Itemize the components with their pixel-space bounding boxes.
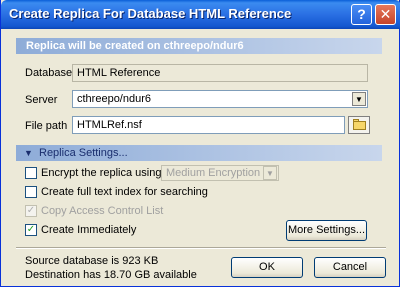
immediate-label: Create Immediately: [41, 224, 137, 236]
title-bar[interactable]: Create Replica For Database HTML Referen…: [1, 0, 400, 29]
fulltext-label: Create full text index for searching: [41, 186, 208, 198]
chevron-down-icon[interactable]: ▼: [352, 92, 366, 106]
encrypt-checkbox[interactable]: [25, 167, 37, 179]
create-replica-dialog: Create Replica For Database HTML Referen…: [0, 0, 400, 287]
filepath-label: File path: [25, 120, 68, 132]
fulltext-option[interactable]: Create full text index for searching: [25, 186, 215, 200]
banner-text: Replica will be created on cthreepo/ndur…: [26, 40, 244, 52]
help-button[interactable]: ?: [351, 4, 372, 25]
server-label: Server: [25, 94, 58, 106]
replica-location-banner: Replica will be created on cthreepo/ndur…: [16, 38, 382, 54]
encryption-level-select: Medium Encryption ▼: [161, 165, 279, 181]
browse-folder-button[interactable]: [348, 116, 370, 134]
encryption-level-value: Medium Encryption: [166, 167, 261, 179]
encrypt-label: Encrypt the replica using: [41, 167, 162, 179]
folder-icon: [353, 121, 366, 130]
replica-settings-header[interactable]: ▼ Replica Settings...: [16, 145, 382, 161]
database-label: Database: [25, 67, 73, 79]
acl-option: ✓ Copy Access Control List: [25, 205, 175, 219]
encrypt-option[interactable]: Encrypt the replica using: [25, 167, 162, 181]
server-value: cthreepo/ndur6: [77, 93, 151, 105]
acl-label: Copy Access Control List: [41, 205, 164, 217]
checkmark-icon[interactable]: ✓: [25, 224, 37, 236]
triangle-down-icon: ▼: [24, 148, 33, 158]
destination-space-text: Destination has 18.70 GB available: [25, 269, 197, 281]
replica-settings-title: Replica Settings...: [39, 147, 128, 159]
immediate-option[interactable]: ✓ Create Immediately: [25, 224, 145, 238]
window-title: Create Replica For Database HTML Referen…: [9, 6, 292, 21]
server-select[interactable]: cthreepo/ndur6 ▼: [72, 90, 368, 108]
checkmark-icon: ✓: [25, 205, 37, 217]
close-button[interactable]: ✕: [375, 4, 396, 25]
ok-button[interactable]: OK: [231, 257, 303, 278]
cancel-button[interactable]: Cancel: [314, 257, 386, 278]
filepath-input[interactable]: HTMLRef.nsf: [72, 116, 345, 134]
fulltext-checkbox[interactable]: [25, 186, 37, 198]
source-size-text: Source database is 923 KB: [25, 255, 159, 267]
footer-divider: [16, 247, 386, 249]
database-field: HTML Reference: [72, 64, 368, 82]
more-settings-button[interactable]: More Settings...: [286, 220, 367, 241]
chevron-down-icon: ▼: [263, 166, 277, 180]
